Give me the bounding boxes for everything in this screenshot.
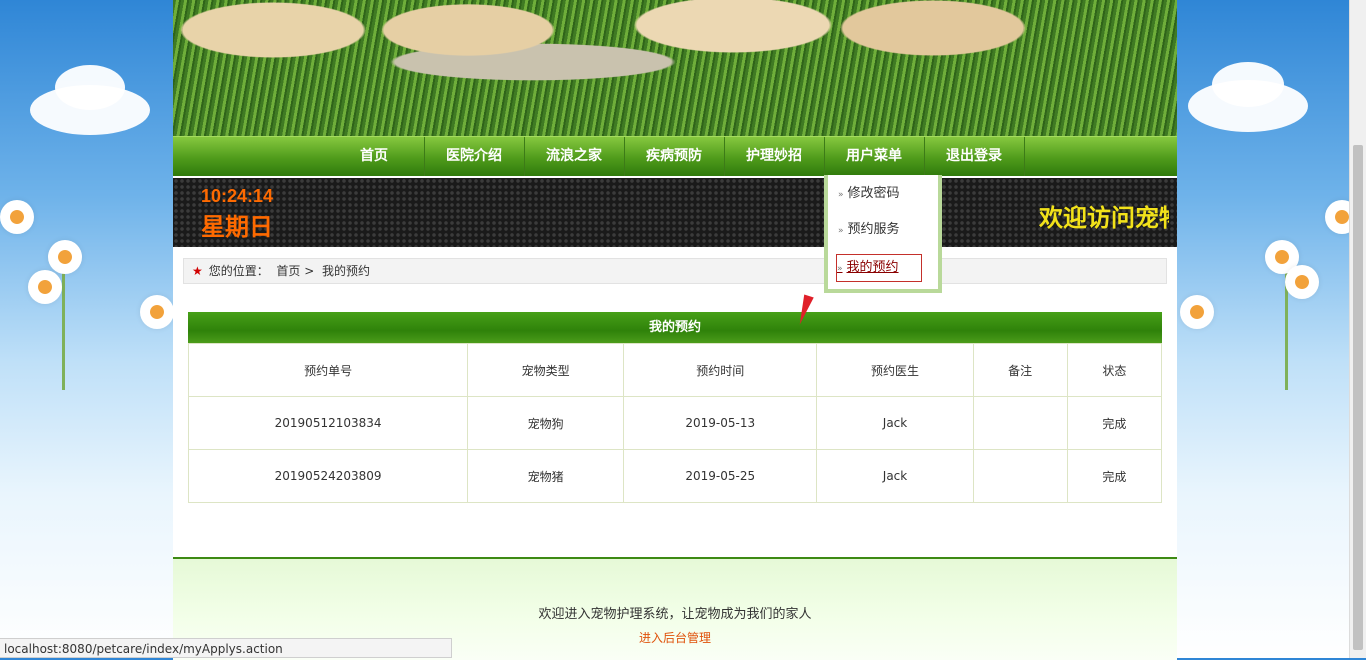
clock: 10:24:14 星期日 — [201, 186, 273, 242]
column-header: 状态 — [1066, 343, 1163, 397]
user-menu-dropdown: » 修改密码 » 预约服务 » 我的预约 — [824, 175, 942, 293]
table-row: 20190512103834 宠物狗 2019-05-13 Jack 完成 — [187, 396, 1163, 450]
double-chevron-icon: » — [838, 190, 844, 200]
nav-item-disease-prevention[interactable]: 疾病预防 — [624, 137, 725, 176]
table-header-row: 预约单号 宠物类型 预约时间 预约医生 备注 状态 — [187, 343, 1163, 397]
nav-item-user-menu[interactable]: 用户菜单 — [824, 137, 925, 176]
nav-item-hospital-intro[interactable]: 医院介绍 — [424, 137, 525, 176]
page-scrollbar[interactable] — [1349, 0, 1366, 658]
page-container: 首页 医院介绍 流浪之家 疾病预防 护理妙招 用户菜单 退出登录 10:24:1… — [173, 0, 1177, 660]
cell-status: 完成 — [1066, 396, 1163, 450]
double-chevron-icon: » — [838, 226, 844, 236]
column-header: 备注 — [972, 343, 1068, 397]
dropdown-item-label: 修改密码 — [847, 186, 900, 201]
cell-appointment-date: 2019-05-25 — [622, 449, 818, 503]
flower-icon — [1180, 295, 1214, 329]
cell-order-number: 20190512103834 — [187, 396, 469, 450]
clock-time: 10:24:14 — [201, 186, 274, 206]
flower-icon — [1285, 265, 1319, 299]
nav-item-logout[interactable]: 退出登录 — [924, 137, 1025, 176]
cell-appointment-date: 2019-05-13 — [622, 396, 818, 450]
breadcrumb: ★ 您的位置： 首页 > 我的预约 — [183, 258, 1167, 284]
cloud-right-top — [1212, 62, 1284, 107]
column-header: 宠物类型 — [467, 343, 624, 397]
flower-icon — [140, 295, 174, 329]
star-icon: ★ — [192, 264, 203, 278]
panel-title: 我的预约 — [188, 312, 1162, 343]
flower-icon — [48, 240, 82, 274]
column-header: 预约时间 — [622, 343, 818, 397]
dropdown-item-label: 预约服务 — [847, 222, 900, 237]
breadcrumb-separator: > — [304, 264, 315, 278]
nav-item-stray-home[interactable]: 流浪之家 — [524, 137, 625, 176]
cell-status: 完成 — [1066, 449, 1163, 503]
appointments-panel: 我的预约 预约单号 宠物类型 预约时间 预约医生 备注 状态 201905121… — [187, 312, 1163, 503]
breadcrumb-current: 我的预约 — [321, 264, 370, 278]
cell-pet-type: 宠物狗 — [467, 396, 624, 450]
dropdown-item-label: 我的预约 — [846, 260, 899, 275]
footer-welcome-text: 欢迎进入宠物护理系统，让宠物成为我们的家人 — [538, 607, 812, 622]
dropdown-item-book-service[interactable]: » 预约服务 — [838, 217, 926, 243]
browser-status-bar: localhost:8080/petcare/index/myApplys.ac… — [0, 638, 452, 658]
double-chevron-icon: » — [837, 264, 843, 274]
appointments-table: 预约单号 宠物类型 预约时间 预约医生 备注 状态 20190512103834… — [187, 343, 1163, 503]
nav-item-care-tips[interactable]: 护理妙招 — [724, 137, 825, 176]
clock-day: 星期日 — [201, 214, 273, 241]
cell-order-number: 20190524203809 — [187, 449, 469, 503]
scrollbar-thumb[interactable] — [1353, 145, 1363, 650]
flower-icon — [0, 200, 34, 234]
cell-doctor: Jack — [816, 396, 974, 450]
stem — [62, 270, 65, 390]
header-banner-image — [173, 0, 1177, 136]
cell-doctor: Jack — [816, 449, 974, 503]
breadcrumb-home-link[interactable]: 首页 — [276, 264, 300, 278]
nav-item-home[interactable]: 首页 — [324, 137, 425, 176]
main-nav: 首页 医院介绍 流浪之家 疾病预防 护理妙招 用户菜单 退出登录 — [173, 136, 1177, 176]
column-header: 预约单号 — [187, 343, 469, 397]
table-row: 20190524203809 宠物猪 2019-05-25 Jack 完成 — [187, 449, 1163, 503]
cell-remark — [972, 396, 1068, 450]
cell-remark — [972, 449, 1068, 503]
welcome-marquee: 欢迎访问宠物 — [1039, 204, 1169, 232]
flower-icon — [28, 270, 62, 304]
breadcrumb-prefix: 您的位置： — [208, 264, 269, 278]
cloud-left-top — [55, 65, 125, 110]
cell-pet-type: 宠物猪 — [467, 449, 624, 503]
dropdown-item-change-password[interactable]: » 修改密码 — [838, 181, 926, 207]
column-header: 预约医生 — [816, 343, 974, 397]
dropdown-item-my-appointments[interactable]: » 我的预约 — [836, 254, 922, 282]
clock-ticker-bar: 10:24:14 星期日 欢迎访问宠物 — [173, 178, 1177, 247]
